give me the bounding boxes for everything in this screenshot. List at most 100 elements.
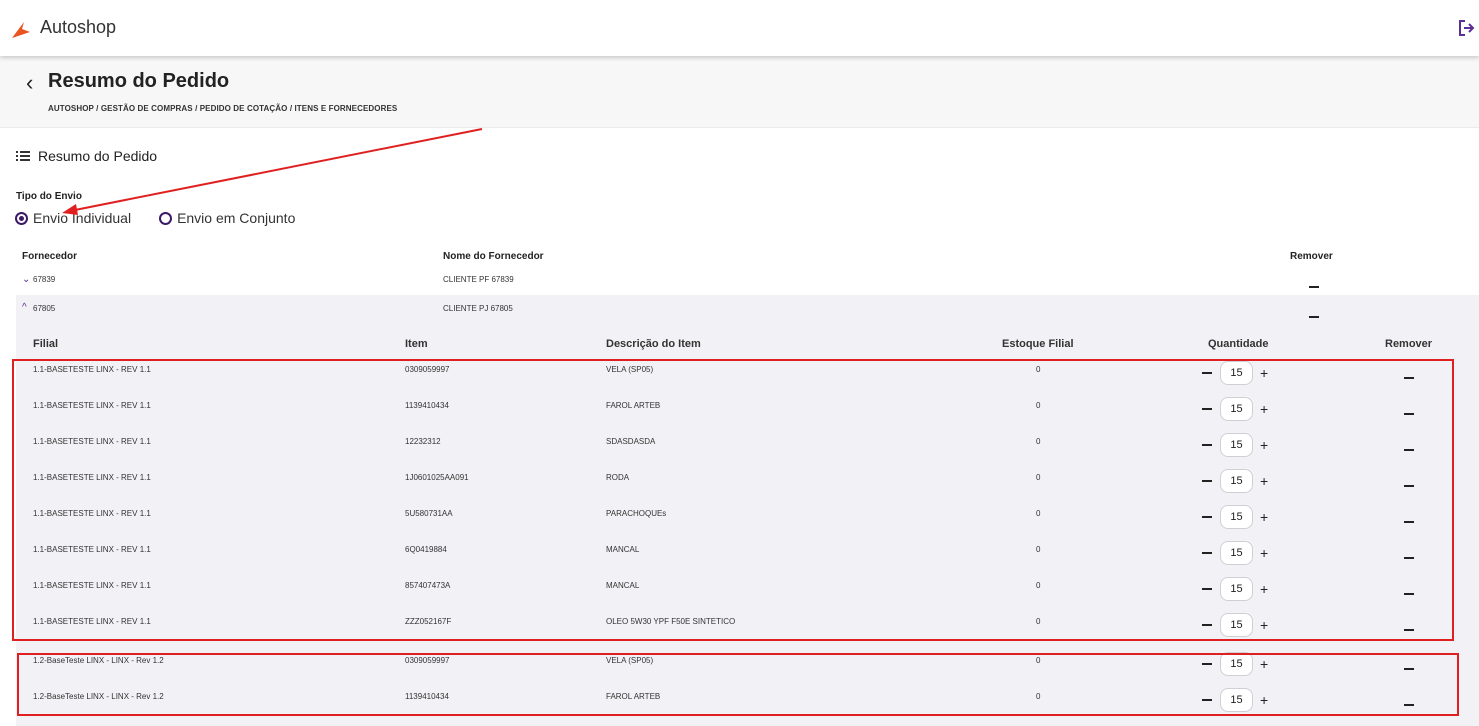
- radio-envio-individual[interactable]: Envio Individual: [15, 210, 131, 226]
- radio-unchecked-icon[interactable]: [159, 211, 173, 225]
- cell-filial: 1.1-BASETESTE LINX - REV 1.1: [33, 437, 151, 446]
- app-title: Autoshop: [40, 17, 117, 37]
- quantity-stepper[interactable]: 15 +: [1202, 397, 1268, 421]
- quantity-input[interactable]: 15: [1220, 469, 1253, 493]
- decrement-button[interactable]: [1202, 699, 1212, 701]
- increment-button[interactable]: +: [1260, 546, 1268, 560]
- decrement-button[interactable]: [1202, 372, 1212, 374]
- remove-supplier-button[interactable]: [1309, 316, 1319, 318]
- supplier-name: CLIENTE PJ 67805: [443, 304, 513, 313]
- cell-item: 1139410434: [405, 692, 449, 701]
- decrement-button[interactable]: [1202, 624, 1212, 626]
- quantity-stepper[interactable]: 15 +: [1202, 505, 1268, 529]
- cell-item: 857407473A: [405, 581, 451, 590]
- col-header-descricao: Descrição do Item: [606, 338, 701, 350]
- remove-item-button[interactable]: [1404, 377, 1414, 379]
- increment-button[interactable]: +: [1260, 510, 1268, 524]
- remove-item-button[interactable]: [1404, 629, 1414, 631]
- quantity-stepper[interactable]: 15 +: [1202, 361, 1268, 385]
- section-title: Resumo do Pedido: [38, 148, 158, 164]
- cell-estoque: 0: [1036, 401, 1041, 410]
- autoshop-logo-icon: [12, 22, 30, 38]
- quantity-stepper[interactable]: 15 +: [1202, 688, 1268, 712]
- top-bar: Autoshop: [0, 0, 1479, 56]
- table-row: 1.1-BASETESTE LINX - REV 1.1 857407473A MA…: [0, 577, 1479, 617]
- radio-checked-icon[interactable]: [15, 211, 28, 225]
- quantity-stepper[interactable]: 15 +: [1202, 469, 1268, 493]
- quantity-input[interactable]: 15: [1220, 652, 1253, 676]
- increment-button[interactable]: +: [1260, 474, 1268, 488]
- increment-button[interactable]: +: [1260, 693, 1268, 707]
- quantity-input[interactable]: 15: [1220, 397, 1253, 421]
- quantity-stepper[interactable]: 15 +: [1202, 652, 1268, 676]
- quantity-input[interactable]: 15: [1220, 505, 1253, 529]
- cell-item: 1J0601025AA091: [405, 473, 469, 482]
- envio-type-label: Tipo do Envio: [16, 191, 82, 202]
- quantity-input[interactable]: 15: [1220, 361, 1253, 385]
- increment-button[interactable]: +: [1260, 618, 1268, 632]
- increment-button[interactable]: +: [1260, 582, 1268, 596]
- cell-estoque: 0: [1036, 437, 1041, 446]
- table-row: 1.1-BASETESTE LINX - REV 1.1 1J0601025AA0…: [0, 469, 1479, 509]
- increment-button[interactable]: +: [1260, 657, 1268, 671]
- cell-filial: 1.2-BaseTeste LINX - LINX - Rev 1.2: [33, 692, 164, 701]
- quantity-input[interactable]: 15: [1220, 577, 1253, 601]
- remove-supplier-button[interactable]: [1309, 286, 1319, 288]
- quantity-stepper[interactable]: 15 +: [1202, 541, 1268, 565]
- cell-item: 12232312: [405, 437, 441, 446]
- remove-item-button[interactable]: [1404, 485, 1414, 487]
- cell-filial: 1.1-BASETESTE LINX - REV 1.1: [33, 401, 151, 410]
- chevron-down-icon[interactable]: ⌄: [22, 274, 30, 285]
- quantity-input[interactable]: 15: [1220, 688, 1253, 712]
- back-chevron-icon[interactable]: ‹: [26, 72, 33, 94]
- cell-estoque: 0: [1036, 692, 1041, 701]
- increment-button[interactable]: +: [1260, 366, 1268, 380]
- table-row: 1.1-BASETESTE LINX - REV 1.1 12232312 SDAS…: [0, 433, 1479, 473]
- cell-estoque: 0: [1036, 509, 1041, 518]
- quantity-stepper[interactable]: 15 +: [1202, 433, 1268, 457]
- quantity-stepper[interactable]: 15 +: [1202, 577, 1268, 601]
- quantity-input[interactable]: 15: [1220, 433, 1253, 457]
- increment-button[interactable]: +: [1260, 402, 1268, 416]
- logout-icon[interactable]: [1458, 19, 1476, 37]
- cell-filial: 1.1-BASETESTE LINX - REV 1.1: [33, 365, 151, 374]
- decrement-button[interactable]: [1202, 588, 1212, 590]
- supplier-code: 67839: [33, 275, 56, 284]
- quantity-input[interactable]: 15: [1220, 613, 1253, 637]
- remove-item-button[interactable]: [1404, 704, 1414, 706]
- table-row: 1.1-BASETESTE LINX - REV 1.1 6Q0419884 MAN…: [0, 541, 1479, 581]
- cell-descricao: MANCAL: [606, 545, 640, 554]
- cell-filial: 1.2-BaseTeste LINX - LINX - Rev 1.2: [33, 656, 164, 665]
- cell-descricao: FAROL ARTEB: [606, 401, 661, 410]
- remove-item-button[interactable]: [1404, 521, 1414, 523]
- decrement-button[interactable]: [1202, 480, 1212, 482]
- cell-item: 1139410434: [405, 401, 449, 410]
- remove-item-button[interactable]: [1404, 668, 1414, 670]
- decrement-button[interactable]: [1202, 516, 1212, 518]
- remove-item-button[interactable]: [1404, 413, 1414, 415]
- remove-item-button[interactable]: [1404, 449, 1414, 451]
- decrement-button[interactable]: [1202, 408, 1212, 410]
- col-header-fornecedor: Fornecedor: [22, 251, 78, 262]
- cell-filial: 1.1-BASETESTE LINX - REV 1.1: [33, 545, 151, 554]
- radio-label: Envio em Conjunto: [177, 210, 296, 226]
- cell-estoque: 0: [1036, 581, 1041, 590]
- quantity-input[interactable]: 15: [1220, 541, 1253, 565]
- increment-button[interactable]: +: [1260, 438, 1268, 452]
- cell-item: 6Q0419884: [405, 545, 447, 554]
- table-row: 1.2-BaseTeste LINX - LINX - Rev 1.2 11394…: [0, 688, 1479, 726]
- cell-filial: 1.1-BASETESTE LINX - REV 1.1: [33, 509, 151, 518]
- col-header-quantidade: Quantidade: [1208, 338, 1269, 350]
- col-header-remover: Remover: [1290, 251, 1333, 262]
- remove-item-button[interactable]: [1404, 557, 1414, 559]
- remove-item-button[interactable]: [1404, 593, 1414, 595]
- quantity-stepper[interactable]: 15 +: [1202, 613, 1268, 637]
- radio-envio-conjunto[interactable]: Envio em Conjunto: [159, 210, 295, 226]
- list-icon: [16, 151, 30, 161]
- cell-item: 0309059997: [405, 656, 450, 665]
- decrement-button[interactable]: [1202, 663, 1212, 665]
- cell-item: 5U580731AA: [405, 509, 453, 518]
- decrement-button[interactable]: [1202, 552, 1212, 554]
- chevron-up-icon[interactable]: ^: [22, 302, 27, 313]
- decrement-button[interactable]: [1202, 444, 1212, 446]
